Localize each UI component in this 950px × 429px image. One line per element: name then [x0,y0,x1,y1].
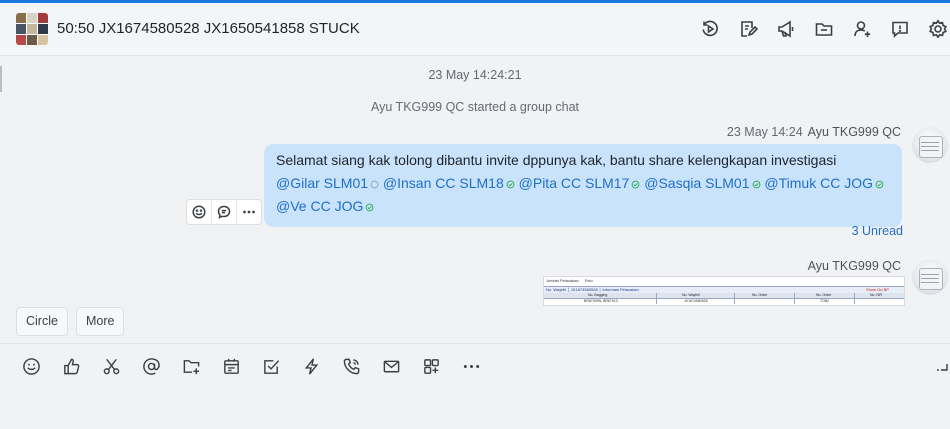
mention[interactable]: @Pita CC SLM17 [519,175,630,191]
more-button[interactable]: More [76,307,125,336]
image-attachment[interactable]: Jumlah Pelacakan Foto No. Waybill │ JX167… [543,276,905,306]
header-actions [684,17,950,41]
settings-icon[interactable] [926,17,950,41]
image-column-label: No. NPI [870,293,883,297]
image-data-row: BR67909N, BR67010 JX1674580528 TOB2 [544,299,904,304]
image-column-label: No. Bagging [588,293,608,297]
mention-icon[interactable] [141,356,161,376]
image-column-label: No. Waybill [682,293,700,297]
message-toolbar [186,199,262,225]
chat-header: 50:50 JX1674580528 JX1650541858 STUCK [0,3,950,56]
replay-icon[interactable] [698,17,722,41]
unread-circle-icon [370,173,379,189]
system-message: Ayu TKG999 QC started a group chat [371,100,579,114]
image-grid-line [854,293,855,304]
read-check-icon [365,196,374,212]
image-tab-label: Jumlah Pelacakan [546,278,579,283]
circle-button[interactable]: Circle [16,307,68,336]
sender-avatar[interactable] [912,259,948,295]
image-grid-line [656,293,657,304]
image-tabs: Jumlah Pelacakan Foto [546,278,599,283]
task-icon[interactable] [261,356,281,376]
reply-icon[interactable] [212,200,237,224]
edit-doc-icon[interactable] [736,17,760,41]
image-cell: JX1674580528 [684,299,708,303]
mention[interactable]: @Insan CC SLM18 [383,175,504,191]
message-bubble[interactable]: Selamat siang kak tolong dibantu invite … [264,144,902,227]
message-sender[interactable]: Ayu TKG999 QC [808,125,901,139]
more-icon[interactable] [237,200,261,224]
date-divider: 23 May 14:24:21 [428,68,522,82]
apps-icon[interactable] [421,356,441,376]
add-folder-icon[interactable] [181,356,201,376]
read-check-icon [752,173,761,189]
image-cell: BR67909N, BR67010 [584,299,618,303]
message-sender[interactable]: Ayu TKG999 QC [808,259,901,273]
image-column-label: No. Order [816,293,832,297]
sender-avatar[interactable] [912,127,948,163]
mention[interactable]: @Gilar SLM01 [276,175,368,191]
more-icon[interactable] [461,356,481,376]
mail-icon[interactable] [381,356,401,376]
mention[interactable]: @Ve CC JOG [276,198,363,214]
read-check-icon [506,173,515,189]
image-cell: TOB2 [820,299,830,303]
message-text: Selamat siang kak tolong dibantu invite … [276,152,837,168]
message-composer[interactable] [0,343,950,429]
image-column-label: No. Order [752,293,768,297]
emoji-icon[interactable] [21,356,41,376]
image-grid-line [734,293,735,304]
read-check-icon [875,173,884,189]
message-time: 23 May 14:24 [726,125,803,139]
scissors-icon[interactable] [101,356,121,376]
announcement-icon[interactable] [774,17,798,41]
chat-title[interactable]: 50:50 JX1674580528 JX1650541858 STUCK [57,20,360,37]
image-tab-label: Foto [584,278,593,283]
message-alert-icon[interactable] [888,17,912,41]
image-grid-line [794,293,795,304]
call-icon[interactable] [341,356,361,376]
group-avatar[interactable] [16,13,48,45]
unread-count[interactable]: 3 Unread [852,224,903,238]
calendar-icon[interactable] [221,356,241,376]
mention[interactable]: @Timuk CC JOG [764,175,873,191]
message-meta: Ayu TKG999 QC [808,259,901,273]
message-meta: 23 May 14:24 Ayu TKG999 QC [727,125,901,139]
mention[interactable]: @Sasqia SLM01 [644,175,749,191]
read-check-icon [631,173,640,189]
composer-toolbar [21,356,501,376]
emoji-reaction-icon[interactable] [187,200,212,224]
add-member-icon[interactable] [850,17,874,41]
thumbs-up-icon[interactable] [61,356,81,376]
expand-editor-icon[interactable] [936,358,948,371]
lightning-icon[interactable] [301,356,321,376]
folder-icon[interactable] [812,17,836,41]
